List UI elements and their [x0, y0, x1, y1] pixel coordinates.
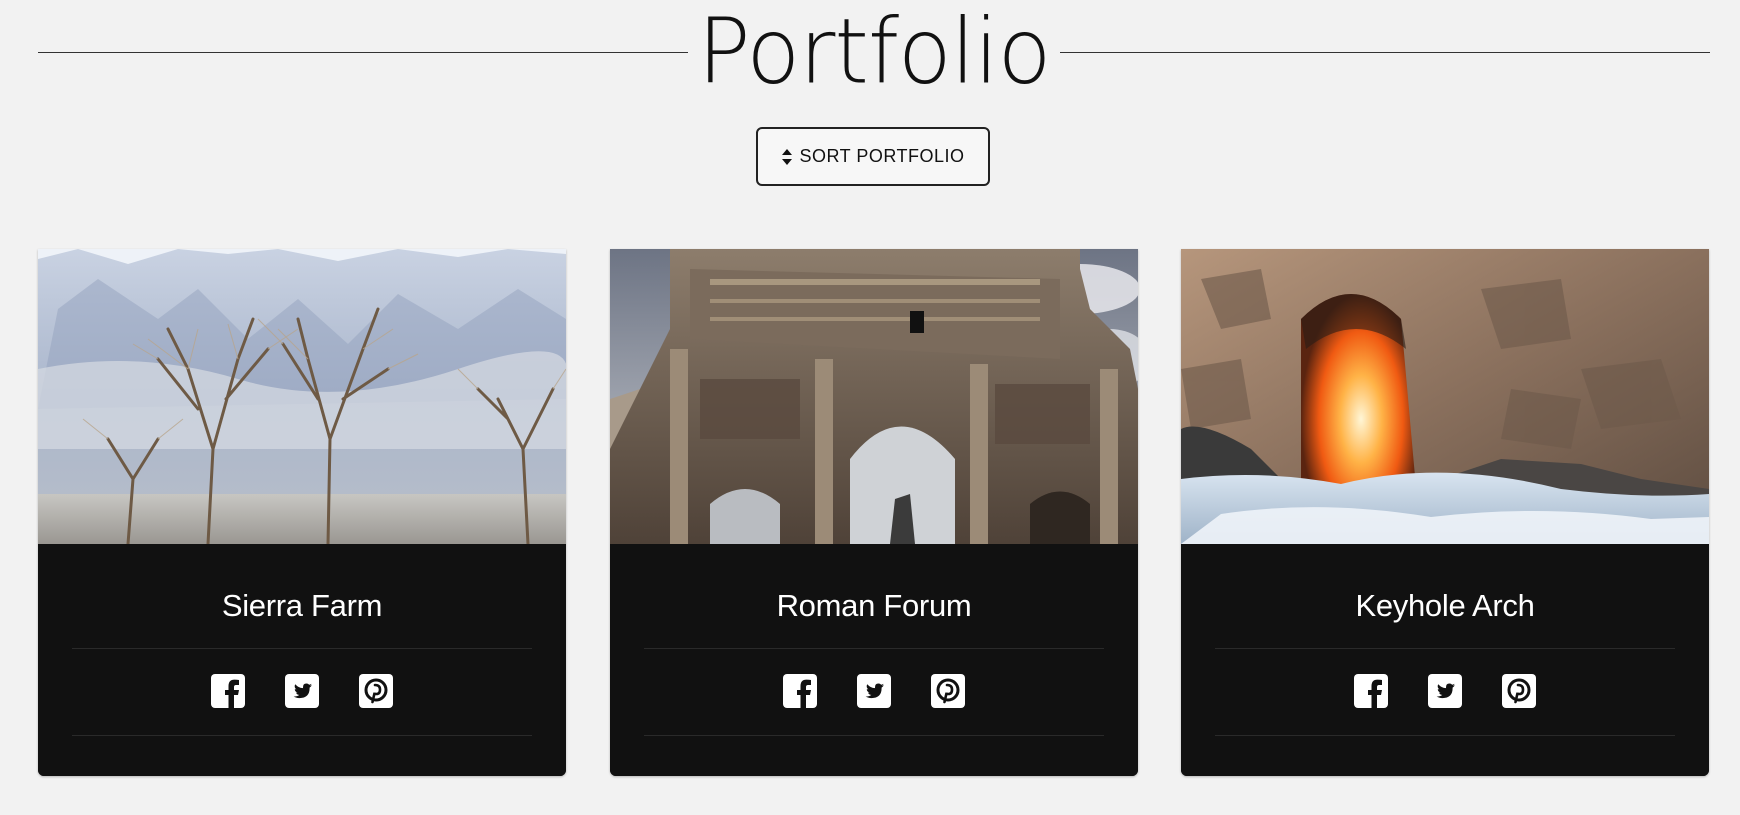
- pinterest-icon[interactable]: [1502, 674, 1536, 708]
- sort-portfolio-button[interactable]: SORT PORTFOLIO: [756, 127, 990, 186]
- sort-button-label: SORT PORTFOLIO: [799, 146, 965, 166]
- page-header: Portfolio: [38, 0, 1710, 105]
- card-divider: [72, 648, 532, 649]
- card-title[interactable]: Keyhole Arch: [1181, 586, 1709, 626]
- card-divider: [644, 735, 1104, 736]
- card-body: Roman Forum: [610, 544, 1138, 776]
- portfolio-image[interactable]: [38, 249, 566, 544]
- portfolio-card[interactable]: Keyhole Arch: [1181, 249, 1709, 776]
- card-title[interactable]: Roman Forum: [610, 586, 1138, 626]
- twitter-icon[interactable]: [1428, 674, 1462, 708]
- card-divider: [644, 648, 1104, 649]
- card-divider: [1215, 735, 1675, 736]
- facebook-icon[interactable]: [211, 674, 245, 708]
- portfolio-image[interactable]: [1181, 249, 1709, 544]
- portfolio-card[interactable]: Sierra Farm: [38, 249, 566, 776]
- social-share-bar: [1181, 674, 1709, 708]
- header-rule-right: [1060, 52, 1710, 53]
- card-body: Keyhole Arch: [1181, 544, 1709, 776]
- portfolio-card[interactable]: Roman Forum: [610, 249, 1138, 776]
- facebook-icon[interactable]: [783, 674, 817, 708]
- pinterest-icon[interactable]: [359, 674, 393, 708]
- pinterest-icon[interactable]: [931, 674, 965, 708]
- card-divider: [72, 735, 532, 736]
- card-body: Sierra Farm: [38, 544, 566, 776]
- card-divider: [1215, 648, 1675, 649]
- sort-icon: [781, 148, 793, 166]
- social-share-bar: [38, 674, 566, 708]
- facebook-icon[interactable]: [1354, 674, 1388, 708]
- social-share-bar: [610, 674, 1138, 708]
- twitter-icon[interactable]: [285, 674, 319, 708]
- card-title[interactable]: Sierra Farm: [38, 586, 566, 626]
- portfolio-image[interactable]: [610, 249, 1138, 544]
- twitter-icon[interactable]: [857, 674, 891, 708]
